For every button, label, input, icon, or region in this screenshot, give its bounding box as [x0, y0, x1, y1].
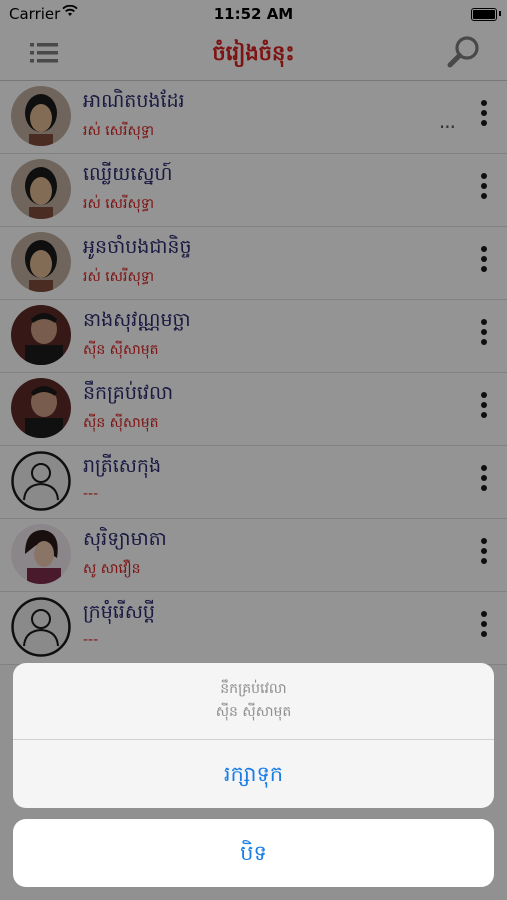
- action-sheet-header: នឹកគ្រប់វេលា ស៊ីន ស៊ីសាមុត: [13, 663, 494, 740]
- save-button[interactable]: រក្សាទុក: [13, 740, 494, 808]
- action-sheet-song-title: នឹកគ្រប់វេលា: [220, 681, 287, 697]
- action-sheet: នឹកគ្រប់វេលា ស៊ីន ស៊ីសាមុត រក្សាទុក: [13, 663, 494, 808]
- action-sheet-song-artist: ស៊ីន ស៊ីសាមុត: [215, 704, 292, 720]
- close-button[interactable]: បិទ: [13, 819, 494, 887]
